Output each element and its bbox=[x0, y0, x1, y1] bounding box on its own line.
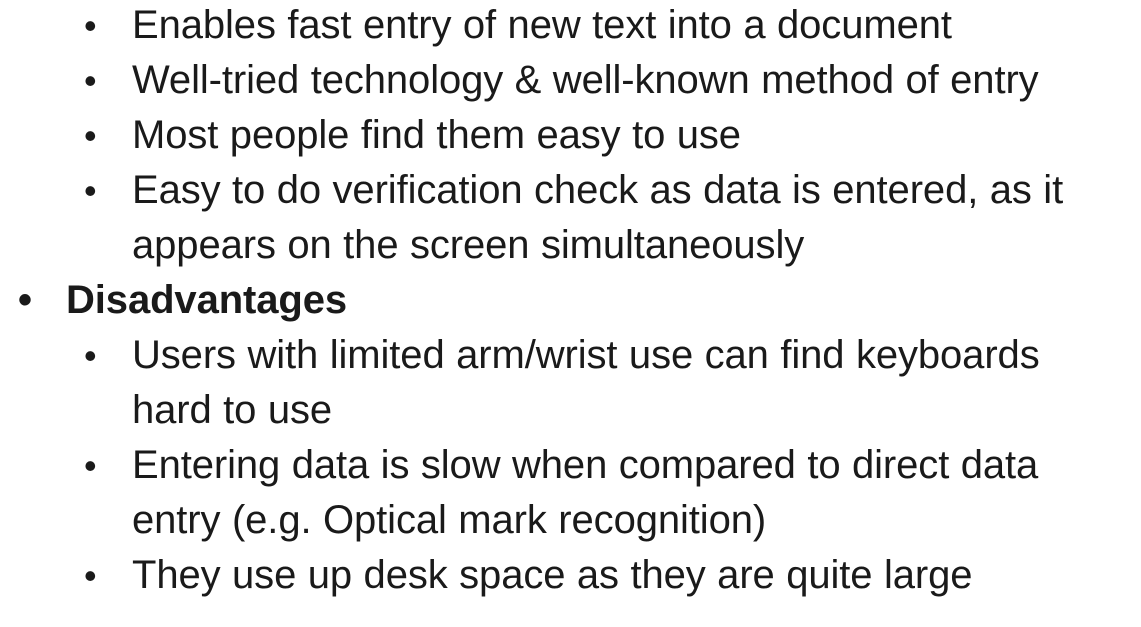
list-item-text: Enables fast entry of new text into a do… bbox=[132, 3, 952, 47]
list-item[interactable]: • Users with limited arm/wrist use can f… bbox=[0, 328, 1141, 438]
bullet-point-icon: • bbox=[84, 170, 97, 211]
list-item-text: Disadvantages bbox=[66, 278, 348, 322]
list-item[interactable]: • They use up desk space as they are qui… bbox=[0, 548, 1141, 603]
slide-canvas: • Enables fast entry of new text into a … bbox=[0, 0, 1141, 627]
list-item-text: They use up desk space as they are quite… bbox=[132, 553, 973, 597]
list-item-text: Most people find them easy to use bbox=[132, 113, 741, 157]
list-item-text: Users with limited arm/wrist use can fin… bbox=[132, 333, 1040, 432]
bullet-point-icon: • bbox=[84, 60, 97, 101]
bullet-point-icon: • bbox=[84, 555, 97, 596]
bullet-point-icon: • bbox=[84, 335, 97, 376]
list-item[interactable]: • Enables fast entry of new text into a … bbox=[0, 0, 1141, 53]
list-item-disadvantages-heading[interactable]: • Disadvantages bbox=[0, 273, 1141, 328]
list-item-text: Well-tried technology & well-known metho… bbox=[132, 58, 1039, 102]
list-item[interactable]: • Easy to do verification check as data … bbox=[0, 163, 1141, 273]
bullet-point-icon: • bbox=[18, 278, 32, 322]
list-item[interactable]: • Most people find them easy to use bbox=[0, 108, 1141, 163]
list-item-text: Entering data is slow when compared to d… bbox=[132, 443, 1039, 542]
list-item[interactable]: • Entering data is slow when compared to… bbox=[0, 438, 1141, 548]
bullet-point-icon: • bbox=[84, 115, 97, 156]
bullet-point-icon: • bbox=[84, 5, 97, 46]
list-item-text: Easy to do verification check as data is… bbox=[132, 168, 1064, 267]
bullet-outline: • Enables fast entry of new text into a … bbox=[0, 0, 1141, 603]
bullet-point-icon: • bbox=[84, 445, 97, 486]
list-item[interactable]: • Well-tried technology & well-known met… bbox=[0, 53, 1141, 108]
